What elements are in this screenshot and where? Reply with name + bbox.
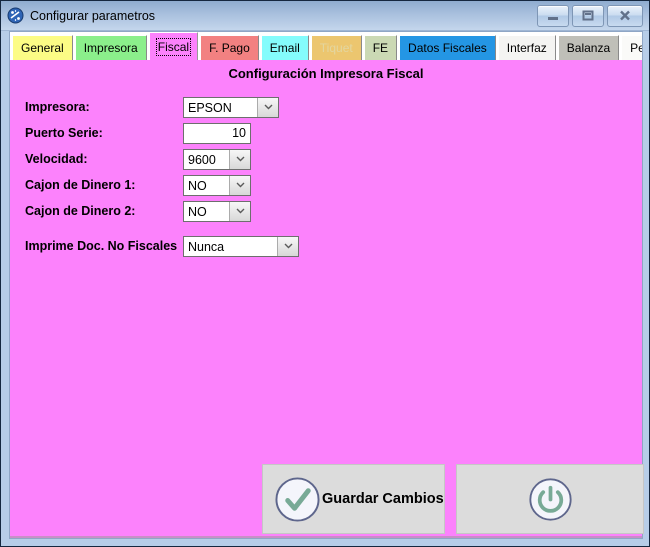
cajon-dinero-2-selected-value: NO bbox=[184, 202, 229, 221]
chevron-down-icon[interactable] bbox=[229, 176, 250, 195]
tab-label: Datos Fiscales bbox=[408, 41, 487, 55]
cajon-dinero-1-selected-value: NO bbox=[184, 176, 229, 195]
tab-label: Interfaz bbox=[507, 41, 547, 55]
close-button[interactable] bbox=[607, 5, 643, 27]
minimize-icon bbox=[547, 11, 559, 21]
window-title: Configurar parametros bbox=[30, 9, 537, 23]
field-label-impresora: Impresora: bbox=[25, 100, 183, 114]
tab-label: Email bbox=[270, 41, 300, 55]
tab-email[interactable]: Email bbox=[261, 35, 309, 60]
tab-fiscal[interactable]: Fiscal bbox=[149, 32, 198, 60]
tab-label: Pedidos bbox=[630, 41, 642, 55]
field-label-cajon-dinero-1: Cajon de Dinero 1: bbox=[25, 178, 183, 192]
dialog-client-area: General Impresora Fiscal F. Pago Email Tiquet… bbox=[9, 31, 643, 539]
tab-fe[interactable]: FE bbox=[364, 35, 397, 60]
tab-f-pago[interactable]: F. Pago bbox=[200, 35, 259, 60]
tab-pedidos[interactable]: Pedidos bbox=[621, 35, 642, 60]
window: Configurar parametros General Impresora Fi… bbox=[0, 0, 650, 547]
velocidad-selected-value: 9600 bbox=[184, 150, 229, 169]
tab-general[interactable]: General bbox=[12, 35, 73, 60]
field-row-impresora: Impresora:EPSON bbox=[10, 94, 642, 120]
puerto-serie-input[interactable] bbox=[183, 123, 251, 144]
tab-tiquet[interactable]: Tiquet bbox=[311, 35, 362, 60]
field-label-velocidad: Velocidad: bbox=[25, 152, 183, 166]
tab-interfaz[interactable]: Interfaz bbox=[498, 35, 556, 60]
tab-balanza[interactable]: Balanza bbox=[558, 35, 619, 60]
imprime-doc-no-fiscales-selected-value: Nunca bbox=[184, 237, 277, 256]
tab-bar: General Impresora Fiscal F. Pago Email Tiquet… bbox=[10, 32, 642, 60]
chevron-down-icon[interactable] bbox=[229, 202, 250, 221]
panel-heading: Configuración Impresora Fiscal bbox=[10, 60, 642, 81]
chevron-down-icon[interactable] bbox=[229, 150, 250, 169]
fiscal-tab-panel: Configuración Impresora Fiscal Impresora… bbox=[10, 60, 642, 538]
tab-label: General bbox=[21, 41, 64, 55]
tab-label: F. Pago bbox=[209, 41, 250, 55]
field-row-velocidad: Velocidad:9600 bbox=[10, 146, 642, 172]
field-label-imprime-doc-no-fiscales: Imprime Doc. No Fiscales bbox=[25, 239, 183, 253]
tab-label: Impresora bbox=[84, 41, 138, 55]
guardar-cambios-button[interactable]: Guardar Cambios bbox=[262, 464, 445, 534]
tab-label: FE bbox=[373, 41, 388, 55]
guardar-cambios-label: Guardar Cambios bbox=[322, 491, 444, 507]
field-row-puerto-serie: Puerto Serie: bbox=[10, 120, 642, 146]
app-icon bbox=[7, 7, 24, 24]
field-row-cajon-dinero-2: Cajon de Dinero 2:NO bbox=[10, 198, 642, 224]
tab-impresora[interactable]: Impresora bbox=[75, 35, 147, 60]
minimize-button[interactable] bbox=[537, 5, 569, 27]
tab-label: Tiquet bbox=[320, 41, 353, 55]
restore-icon bbox=[582, 10, 594, 21]
tab-datos-fiscales[interactable]: Datos Fiscales bbox=[399, 35, 496, 60]
field-row-cajon-dinero-1: Cajon de Dinero 1:NO bbox=[10, 172, 642, 198]
chevron-down-icon[interactable] bbox=[277, 237, 298, 256]
restore-button[interactable] bbox=[572, 5, 604, 27]
field-label-cajon-dinero-2: Cajon de Dinero 2: bbox=[25, 204, 183, 218]
window-controls bbox=[537, 5, 643, 27]
power-button[interactable] bbox=[456, 464, 644, 534]
impresora-selected-value: EPSON bbox=[184, 98, 257, 117]
impresora-select[interactable]: EPSON bbox=[183, 97, 279, 118]
cajon-dinero-1-select[interactable]: NO bbox=[183, 175, 251, 196]
check-icon bbox=[274, 476, 321, 523]
imprime-doc-no-fiscales-select[interactable]: Nunca bbox=[183, 236, 299, 257]
tab-label: Balanza bbox=[567, 41, 610, 55]
titlebar[interactable]: Configurar parametros bbox=[1, 1, 649, 31]
chevron-down-icon[interactable] bbox=[257, 98, 278, 117]
cajon-dinero-2-select[interactable]: NO bbox=[183, 201, 251, 222]
tab-label: Fiscal bbox=[158, 40, 189, 54]
close-icon bbox=[619, 10, 631, 21]
form-fields: Impresora:EPSONPuerto Serie:Velocidad:96… bbox=[10, 94, 642, 259]
velocidad-select[interactable]: 9600 bbox=[183, 149, 251, 170]
power-icon bbox=[528, 477, 573, 522]
field-label-puerto-serie: Puerto Serie: bbox=[25, 126, 183, 140]
field-row-imprime-doc-no-fiscales: Imprime Doc. No FiscalesNunca bbox=[10, 233, 642, 259]
